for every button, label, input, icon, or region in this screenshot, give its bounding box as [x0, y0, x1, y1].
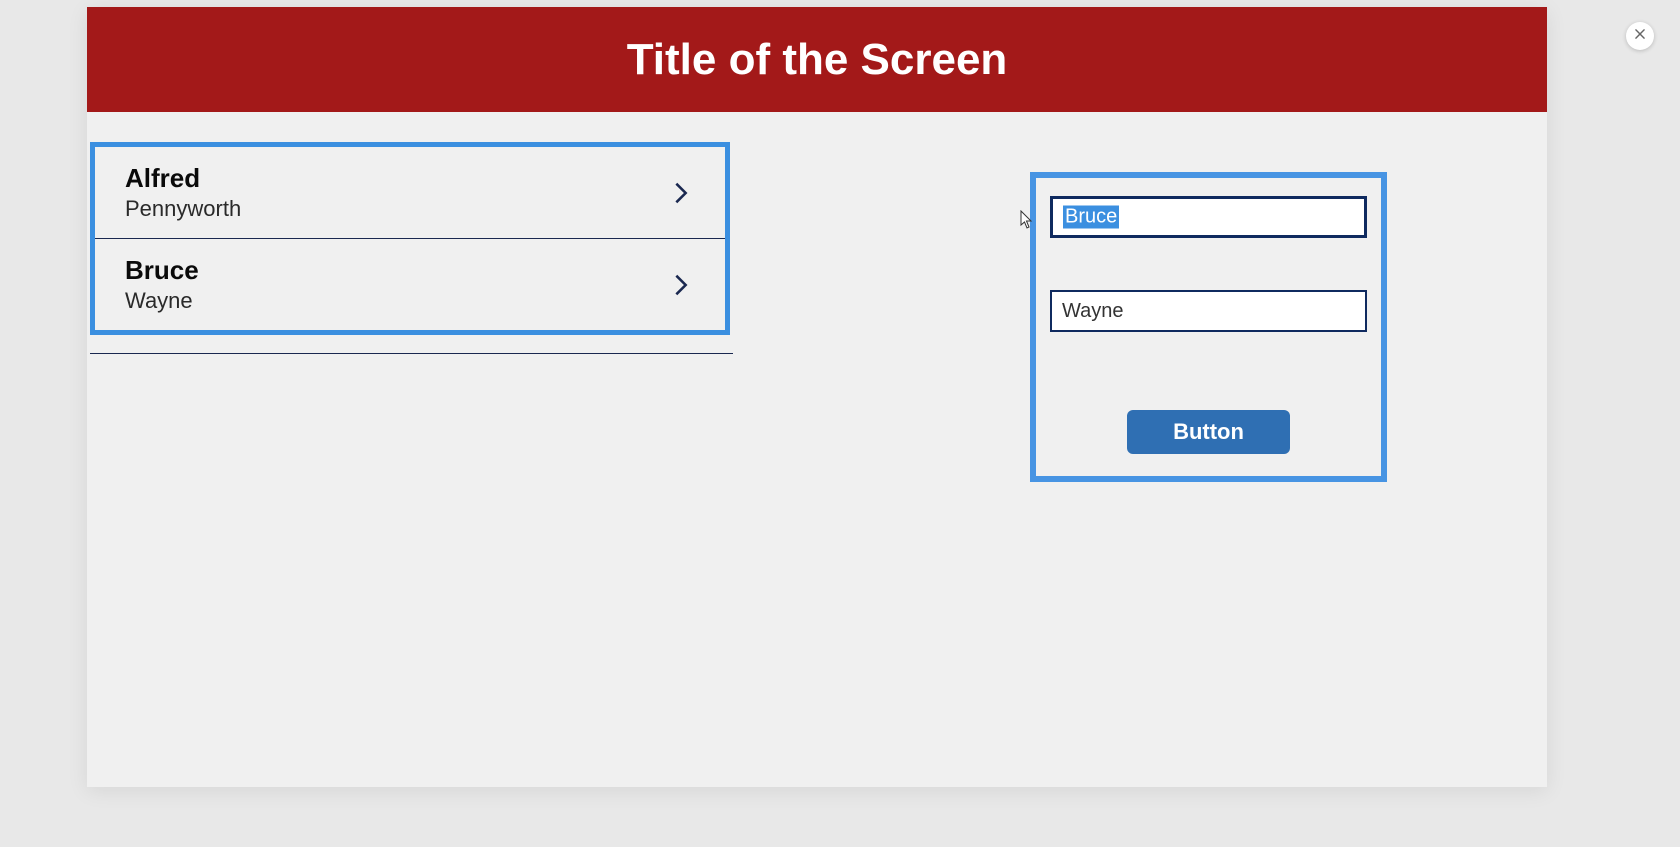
list-item-text: Alfred Pennyworth [125, 163, 241, 222]
first-name-input[interactable] [1050, 196, 1367, 238]
chevron-right-icon [667, 179, 695, 207]
last-name-input[interactable] [1050, 290, 1367, 332]
submit-button[interactable]: Button [1127, 410, 1290, 454]
screen-header: Title of the Screen [87, 7, 1547, 112]
screen-title: Title of the Screen [627, 35, 1008, 85]
list-item-text: Bruce Wayne [125, 255, 199, 314]
divider [90, 353, 733, 354]
list-item-subtitle: Pennyworth [125, 196, 241, 222]
close-button[interactable] [1626, 22, 1654, 50]
chevron-right-icon [667, 271, 695, 299]
list-item-title: Bruce [125, 255, 199, 286]
list-item-title: Alfred [125, 163, 241, 194]
list-item-subtitle: Wayne [125, 288, 199, 314]
form-panel: Bruce Button [1030, 172, 1387, 482]
app-screen: Title of the Screen Alfred Pennyworth Br… [87, 7, 1547, 787]
list-item[interactable]: Bruce Wayne [95, 239, 725, 330]
first-name-input-wrapper: Bruce [1050, 196, 1367, 238]
content-area: Alfred Pennyworth Bruce Wayne [87, 112, 1547, 172]
list-panel: Alfred Pennyworth Bruce Wayne [90, 142, 730, 335]
close-icon [1633, 27, 1647, 46]
list-item[interactable]: Alfred Pennyworth [95, 147, 725, 239]
